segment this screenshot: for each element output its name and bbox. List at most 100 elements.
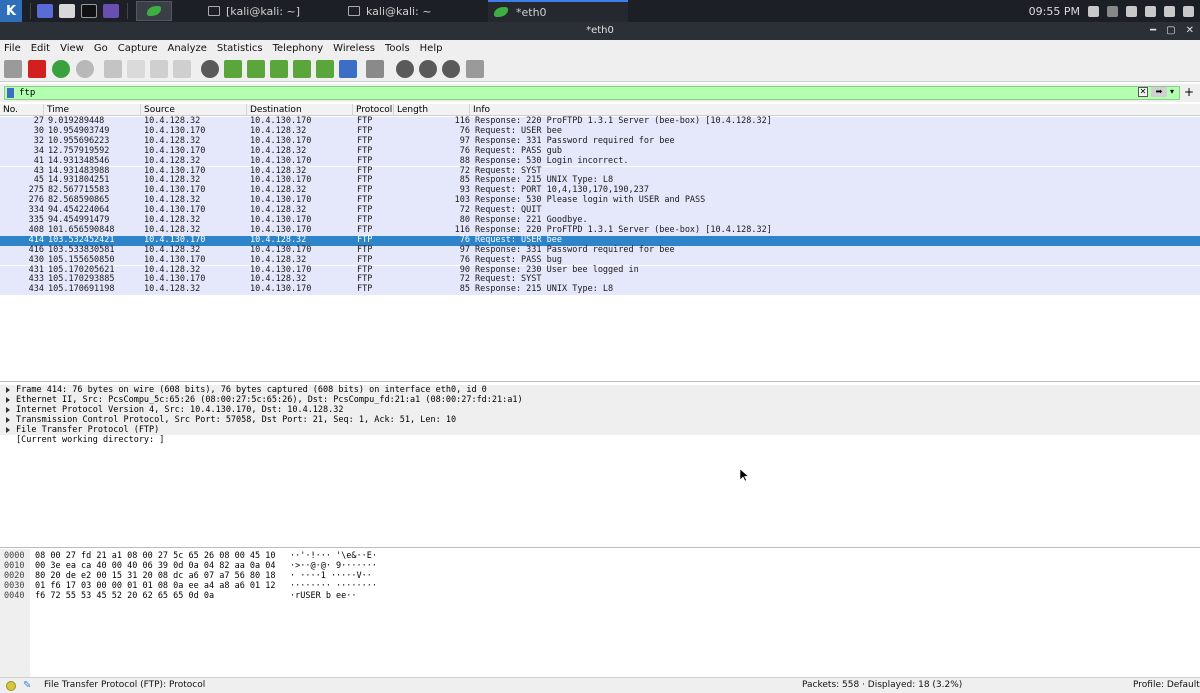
cell-len: 85 (459, 284, 470, 295)
save-file-icon[interactable] (127, 60, 145, 78)
menu-edit[interactable]: Edit (31, 43, 50, 54)
restart-capture-icon[interactable] (52, 60, 70, 78)
first-packet-icon[interactable] (293, 60, 311, 78)
expand-arrow-icon[interactable] (6, 416, 10, 423)
cell-len: 97 (459, 135, 470, 146)
details-node-label: Internet Protocol Version 4, Src: 10.4.1… (16, 405, 344, 415)
clear-filter-icon[interactable]: ✕ (1138, 87, 1148, 97)
zoom-in-icon[interactable] (396, 60, 414, 78)
last-packet-icon[interactable] (316, 60, 334, 78)
workspace-icon[interactable] (37, 4, 53, 18)
cell-len: 76 (459, 125, 470, 136)
display-filter-bar: ftp ✕ ➡ ▾ + (0, 84, 1200, 102)
power-icon[interactable] (1183, 5, 1194, 17)
hex-row[interactable]: 0000 08 00 27 fd 21 a1 08 00 27 5c 65 26 … (0, 551, 1200, 561)
menu-capture[interactable]: Capture (118, 43, 158, 54)
edit-comment-icon[interactable]: ✎ (23, 680, 31, 691)
volume-icon[interactable] (1107, 5, 1118, 17)
start-capture-icon[interactable] (4, 60, 22, 78)
terminal-icon[interactable] (81, 4, 97, 18)
menu-analyze[interactable]: Analyze (167, 43, 206, 54)
menu-statistics[interactable]: Statistics (217, 43, 263, 54)
battery-icon[interactable] (1145, 5, 1156, 17)
menu-wireless[interactable]: Wireless (333, 43, 375, 54)
find-packet-icon[interactable] (201, 60, 219, 78)
stop-capture-icon[interactable] (28, 60, 46, 78)
column-destination[interactable]: Destination (247, 104, 353, 116)
hex-row[interactable]: 0020 80 20 de e2 00 15 31 20 08 dc a6 07 … (0, 571, 1200, 581)
go-forward-icon[interactable] (247, 60, 265, 78)
kali-menu-icon[interactable]: K (0, 0, 22, 22)
hex-row[interactable]: 0010 00 3e ea ca 40 00 40 06 39 0d 0a 04 … (0, 561, 1200, 571)
details-node[interactable]: Ethernet II, Src: PcsCompu_5c:65:26 (08:… (0, 395, 1200, 405)
zoom-reset-icon[interactable] (442, 60, 460, 78)
wireshark-launcher[interactable] (136, 1, 172, 21)
table-row[interactable]: 434 105.170691198 10.4.128.32 10.4.130.170 F… (0, 284, 1200, 296)
close-icon[interactable]: ✕ (1186, 22, 1194, 40)
expert-info-icon[interactable] (6, 681, 16, 691)
column-no[interactable]: No. (0, 104, 44, 116)
details-node[interactable]: Frame 414: 76 bytes on wire (608 bits), … (0, 385, 1200, 395)
expand-arrow-icon[interactable] (6, 386, 10, 393)
add-filter-button-icon[interactable]: + (1184, 85, 1194, 99)
details-node[interactable]: Internet Protocol Version 4, Src: 10.4.1… (0, 405, 1200, 415)
details-node[interactable]: Transmission Control Protocol, Src Port:… (0, 415, 1200, 425)
expand-arrow-icon[interactable] (6, 426, 10, 433)
column-protocol[interactable]: Protocol (353, 104, 394, 116)
packet-details: Frame 414: 76 bytes on wire (608 bits), … (0, 383, 1200, 548)
filter-history-icon[interactable]: ▾ (1170, 87, 1178, 97)
cell-dst: 10.4.130.170 (250, 284, 312, 295)
status-profile[interactable]: Profile: Default (1133, 680, 1200, 690)
table-row[interactable]: 430 105.155650850 10.4.130.170 10.4.128.32 F… (0, 254, 1200, 266)
hex-row[interactable]: 0030 01 f6 17 03 00 00 01 01 08 0a ee a4 … (0, 581, 1200, 591)
details-extra[interactable]: [Current working directory: ] (16, 435, 164, 445)
menu-file[interactable]: File (4, 43, 21, 54)
file-manager-icon[interactable] (59, 4, 75, 18)
apply-filter-icon[interactable]: ➡ (1151, 87, 1167, 97)
go-to-packet-icon[interactable] (270, 60, 288, 78)
clock[interactable]: 09:55 PM (1029, 5, 1080, 18)
cell-len: 72 (459, 165, 470, 176)
column-info[interactable]: Info (470, 104, 1200, 116)
task-terminal-1[interactable]: [kali@kali: ~] (208, 0, 346, 22)
hex-bytes: 08 00 27 fd 21 a1 08 00 27 5c 65 26 08 0… (35, 551, 276, 561)
cell-len: 88 (459, 155, 470, 166)
capture-options-icon[interactable] (76, 60, 94, 78)
table-row[interactable]: 41 14.931348546 10.4.128.32 10.4.130.170 FTP… (0, 155, 1200, 167)
hex-off: 0000 (4, 551, 25, 561)
display-icon[interactable] (1088, 5, 1099, 17)
expand-arrow-icon[interactable] (6, 406, 10, 413)
menu-help[interactable]: Help (420, 43, 443, 54)
zoom-out-icon[interactable] (419, 60, 437, 78)
task-wireshark[interactable]: *eth0 (488, 0, 628, 22)
menu-tools[interactable]: Tools (385, 43, 410, 54)
close-file-icon[interactable] (150, 60, 168, 78)
column-time[interactable]: Time (44, 104, 141, 116)
colorize-icon[interactable] (366, 60, 384, 78)
menu-telephony[interactable]: Telephony (273, 43, 324, 54)
bookmark-icon[interactable] (7, 88, 14, 98)
cell-proto: FTP (357, 284, 373, 295)
menu-view[interactable]: View (60, 43, 84, 54)
reload-file-icon[interactable] (173, 60, 191, 78)
app-icon[interactable] (103, 4, 119, 18)
lock-icon[interactable] (1164, 5, 1175, 17)
resize-columns-icon[interactable] (466, 60, 484, 78)
cell-len: 76 (459, 254, 470, 265)
hex-off: 0030 (4, 581, 25, 591)
expand-arrow-icon[interactable] (6, 396, 10, 403)
open-file-icon[interactable] (104, 60, 122, 78)
maximize-icon[interactable]: ▢ (1166, 22, 1175, 40)
notification-icon[interactable] (1126, 5, 1137, 17)
column-source[interactable]: Source (141, 104, 247, 116)
autoscroll-icon[interactable] (339, 60, 357, 78)
column-length[interactable]: Length (394, 104, 470, 116)
go-back-icon[interactable] (224, 60, 242, 78)
task-terminal-2[interactable]: kali@kali: ~ (348, 0, 486, 22)
display-filter-input[interactable]: ftp (4, 86, 1180, 100)
details-node[interactable]: File Transfer Protocol (FTP) (0, 425, 1200, 435)
menu-go[interactable]: Go (94, 43, 108, 54)
minimize-icon[interactable]: ━ (1150, 22, 1156, 40)
hex-row[interactable]: 0040 f6 72 55 53 45 52 20 62 65 65 0d 0a ·… (0, 591, 1200, 601)
cell-info: Response: 215 UNIX Type: L8 (475, 284, 614, 295)
